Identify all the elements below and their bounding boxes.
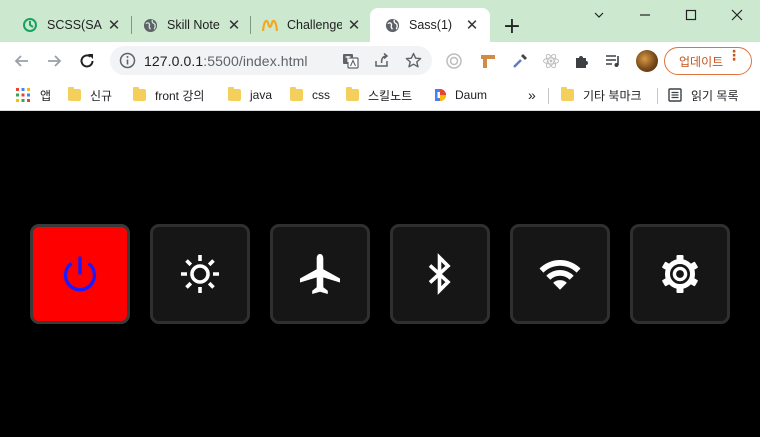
window-close-button[interactable] <box>714 0 760 30</box>
url-path: :5500/index.html <box>203 53 308 69</box>
folder-icon <box>290 87 303 101</box>
translate-icon[interactable] <box>342 52 359 69</box>
star-icon[interactable] <box>405 52 422 69</box>
folder-icon <box>68 87 81 101</box>
tab-challenge[interactable]: Challenge ✕ <box>248 8 372 42</box>
bookmark-folder-new[interactable]: 신규 <box>68 85 112 105</box>
folder-icon <box>228 87 241 101</box>
bookmarks-divider <box>548 88 549 104</box>
folder-icon <box>561 87 574 101</box>
profile-avatar[interactable] <box>636 50 658 72</box>
sun-icon <box>181 255 219 293</box>
bookmark-label: 스킬노트 <box>368 88 413 103</box>
wifi-icon <box>539 260 581 290</box>
window-maximize-button[interactable] <box>668 0 714 30</box>
bookmarks-divider <box>657 88 658 104</box>
reading-list-button[interactable]: 읽기 목록 <box>668 85 739 105</box>
tab-sass-active[interactable]: Sass(1) ✕ <box>370 8 490 42</box>
tab-title: SCSS(SASS <box>47 18 102 32</box>
bookmark-other[interactable]: 기타 북마크 <box>561 85 642 105</box>
new-tab-button[interactable]: + <box>500 14 524 39</box>
daum-logo-icon <box>435 89 446 101</box>
tab-skill-note[interactable]: Skill Note ✕ <box>128 8 252 42</box>
window-minimize-button[interactable] <box>622 0 668 30</box>
close-icon[interactable]: ✕ <box>346 16 362 34</box>
browser-toolbar: 127.0.0.1:5500/index.html 업데이트 ⋮ <box>0 42 760 79</box>
globe-icon <box>384 17 400 33</box>
brightness-button[interactable] <box>150 224 250 324</box>
tab-title: Challenge <box>287 18 342 32</box>
tab-title: Sass(1) <box>409 18 453 32</box>
bookmark-folder-front[interactable]: front 강의 <box>133 85 204 105</box>
update-label: 업데이트 <box>679 54 724 69</box>
mcdonalds-logo-icon <box>262 17 278 33</box>
wifi-button[interactable] <box>510 224 610 324</box>
bookmark-label: 앱 <box>40 88 52 103</box>
page-viewport <box>0 112 760 437</box>
airplane-mode-button[interactable] <box>270 224 370 324</box>
chevron-down-icon <box>594 12 604 18</box>
bookmark-label: 읽기 목록 <box>691 88 739 103</box>
more-menu-icon[interactable]: ⋮ <box>727 48 741 62</box>
gear-icon <box>662 255 698 293</box>
settings-button[interactable] <box>630 224 730 324</box>
forward-button[interactable] <box>40 47 68 75</box>
minimize-button[interactable] <box>576 0 622 30</box>
power-icon <box>63 256 97 292</box>
bluetooth-icon <box>428 253 451 295</box>
media-playlist-icon[interactable] <box>604 52 622 70</box>
extension-target-icon[interactable] <box>445 52 463 70</box>
bookmark-label: 신규 <box>90 88 113 103</box>
eyedropper-icon[interactable] <box>511 52 529 70</box>
address-bar[interactable]: 127.0.0.1:5500/index.html <box>110 46 432 75</box>
apps-grid-icon <box>16 88 30 102</box>
folder-icon <box>133 87 146 101</box>
tab-title: Skill Note <box>167 18 220 32</box>
extension-react-icon[interactable] <box>542 52 560 70</box>
share-icon[interactable] <box>373 52 390 69</box>
bookmarks-overflow-button[interactable]: » <box>528 85 536 105</box>
reading-list-icon <box>668 88 682 102</box>
airplane-icon <box>300 254 340 294</box>
folder-icon <box>346 87 359 101</box>
reload-button[interactable] <box>73 47 101 75</box>
reload-icon <box>80 54 94 68</box>
bookmark-label: Daum <box>455 88 488 102</box>
maximize-icon <box>685 9 697 21</box>
bookmarks-bar: 앱 신규 front 강의 java css 스킬노트 Daum » 기타 북마… <box>0 79 760 111</box>
back-button[interactable] <box>8 47 36 75</box>
close-icon[interactable]: ✕ <box>226 16 242 34</box>
bookmark-label: css <box>312 88 330 102</box>
url-host: 127.0.0.1 <box>144 53 204 69</box>
arrow-right-icon <box>48 55 62 67</box>
close-icon[interactable]: ✕ <box>464 16 480 34</box>
bookmark-daum[interactable]: Daum <box>434 85 487 105</box>
info-icon[interactable] <box>119 52 136 69</box>
power-button[interactable] <box>30 224 130 324</box>
address-url[interactable]: 127.0.0.1:5500/index.html <box>144 53 308 69</box>
bookmark-label: 기타 북마크 <box>583 88 642 103</box>
bookmark-apps[interactable]: 앱 <box>16 85 51 105</box>
bookmark-label: front 강의 <box>155 88 205 103</box>
tab-scss[interactable]: SCSS(SASS ✕ <box>8 8 132 42</box>
extension-ruler-icon[interactable] <box>479 52 497 70</box>
update-button[interactable]: 업데이트 ⋮ <box>664 47 752 75</box>
bookmark-folder-css[interactable]: css <box>290 85 330 105</box>
bookmark-label: java <box>250 88 273 102</box>
bookmark-folder-java[interactable]: java <box>228 85 272 105</box>
puzzle-piece-icon[interactable] <box>573 52 591 70</box>
green-refresh-favicon-icon <box>22 17 38 33</box>
browser-tab-strip: SCSS(SASS ✕ Skill Note ✕ Challenge ✕ Sas… <box>0 0 760 42</box>
bookmark-folder-skillnote[interactable]: 스킬노트 <box>346 85 412 105</box>
arrow-left-icon <box>14 55 28 67</box>
close-icon[interactable]: ✕ <box>106 16 122 34</box>
bluetooth-button[interactable] <box>390 224 490 324</box>
close-icon <box>731 9 743 21</box>
globe-icon <box>142 17 158 33</box>
minimize-icon <box>640 14 650 16</box>
